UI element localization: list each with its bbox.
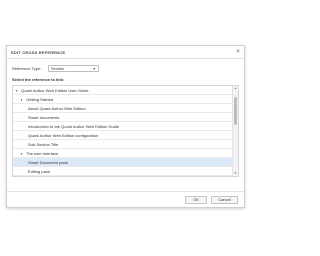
tree-item-configuration[interactable]: Quark Author Web Edition configuration [13,131,238,140]
dialog-body: Reference Type: Section ▼ Select the ref… [7,59,244,177]
tree-item-label: Introduction to the Quark Author Web Edi… [28,124,120,129]
tree-item-about[interactable]: About Quark Author Web Edition [13,104,238,113]
tree-item-label: The user interface [26,151,59,156]
tree-item-smart-document-pane[interactable]: Smart Document pane [13,158,238,167]
scrollbar-thumb[interactable] [234,97,237,125]
tree-item-label: Smart documents [28,115,60,120]
scroll-up-icon[interactable]: ▲ [233,86,238,91]
tree-item-user-interface[interactable]: ▼ The user interface [13,149,238,158]
expand-toggle-icon[interactable]: ▼ [20,152,23,156]
dialog-title: EDIT CROSS REFERENCE [11,49,66,55]
reference-type-select[interactable]: Section ▼ [48,65,99,72]
select-reference-label: Select the reference to link: [12,77,65,82]
close-icon[interactable]: × [236,49,240,55]
tree-item-smart-documents[interactable]: Smart documents [13,113,238,122]
reference-tree[interactable]: ▼ Quark Author Web Edition User Guide ▼ … [12,85,239,177]
tree-item-editing-pane[interactable]: Editing pane [13,167,238,176]
tree-item-user-guide[interactable]: ▼ Quark Author Web Edition User Guide [13,86,238,95]
scroll-down-icon[interactable]: ▼ [233,171,238,176]
tree-item-label: Quark Author Web Edition User Guide [21,88,89,93]
tree-item-getting-started[interactable]: ▼ Getting Started [13,95,238,104]
tree-item-label: Editing pane [28,169,51,174]
tree-item-sub-section-title[interactable]: Sub-Section Title [13,140,238,149]
tree-item-introduction[interactable]: Introduction to the Quark Author Web Edi… [13,122,238,131]
tree-item-label: Getting Started [26,97,54,102]
expand-toggle-icon[interactable]: ▼ [20,98,23,102]
tree-item-label: About Quark Author Web Edition [28,106,86,111]
tree-item-label: Smart Document pane [28,160,69,165]
reference-type-value: Section [51,66,65,71]
expand-toggle-icon[interactable]: ▼ [15,89,18,93]
dialog-titlebar: EDIT CROSS REFERENCE × [7,46,244,59]
edit-cross-reference-dialog: EDIT CROSS REFERENCE × Reference Type: S… [6,45,245,208]
tree-item-label: Quark Author Web Edition configuration [28,133,99,138]
reference-type-label: Reference Type: [12,66,42,71]
chevron-down-icon: ▼ [92,66,96,71]
tree-item-label: Sub-Section Title [28,142,59,147]
cancel-button[interactable]: Cancel [211,195,238,204]
tree-scrollbar[interactable]: ▲ ▼ [232,86,238,176]
ok-button[interactable]: OK [185,195,207,204]
dialog-footer: OK Cancel [7,191,244,207]
reference-type-row: Reference Type: Section ▼ [12,64,239,73]
